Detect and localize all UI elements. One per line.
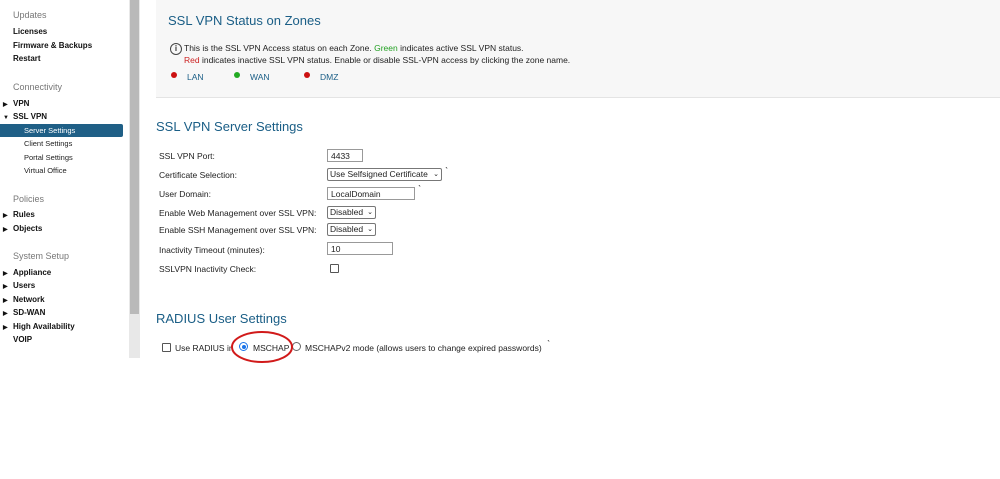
section-connectivity: Connectivity [13, 82, 63, 92]
nav-sd-wan[interactable]: ▶ SD-WAN [3, 308, 45, 317]
nav-rules[interactable]: ▶ Rules [3, 210, 35, 219]
certificate-selection-label: Certificate Selection: [159, 170, 237, 180]
mschapv2-label: MSCHAPv2 mode (allows users to change ex… [305, 343, 542, 353]
section-policies: Policies [13, 194, 45, 204]
collapse-arrow-icon: ▼ [3, 115, 9, 121]
nav-licenses[interactable]: Licenses [13, 27, 47, 36]
help-tick-icon: ˋ [418, 184, 421, 194]
chevron-down-icon: ⌄ [367, 209, 373, 216]
web-management-select[interactable]: Disabled ⌄ [327, 206, 376, 219]
nav-users[interactable]: ▶ Users [3, 281, 35, 290]
nav-server-settings[interactable]: Server Settings [0, 124, 123, 137]
use-radius-checkbox[interactable] [162, 343, 171, 352]
info-icon: i [170, 43, 182, 55]
status-description-line-1: This is the SSL VPN Access status on eac… [184, 43, 524, 53]
nav-network[interactable]: ▶ Network [3, 295, 45, 304]
certificate-select[interactable]: Use Selfsigned Certificate ⌄ [327, 168, 442, 181]
nav-ssl-vpn[interactable]: ▼ SSL VPN [3, 112, 47, 121]
nav-objects[interactable]: ▶ Objects [3, 224, 42, 233]
radius-settings-title: RADIUS User Settings [156, 311, 287, 326]
nav-restart[interactable]: Restart [13, 54, 41, 63]
inactivity-timeout-label: Inactivity Timeout (minutes): [159, 245, 265, 255]
ssh-management-label: Enable SSH Management over SSL VPN: [159, 225, 317, 235]
inactivity-timeout-input[interactable]: 10 [327, 242, 393, 255]
expand-arrow-icon: ▶ [3, 325, 8, 331]
nav-portal-settings[interactable]: Portal Settings [24, 153, 73, 162]
chevron-down-icon: ⌄ [433, 171, 439, 178]
expand-arrow-icon: ▶ [3, 271, 8, 277]
expand-arrow-icon: ▶ [3, 298, 8, 304]
nav-high-availability[interactable]: ▶ High Availability [3, 322, 75, 331]
nav-firmware-backups[interactable]: Firmware & Backups [13, 41, 92, 50]
nav-voip[interactable]: VOIP [13, 335, 32, 344]
ssl-vpn-port-label: SSL VPN Port: [159, 151, 215, 161]
zone-wan-link[interactable]: WAN [250, 72, 270, 82]
server-settings-title: SSL VPN Server Settings [156, 119, 303, 134]
sidebar-scrollbar-thumb[interactable] [130, 0, 139, 314]
chevron-down-icon: ⌄ [367, 226, 373, 233]
dmz-status-dot-icon [304, 72, 310, 78]
expand-arrow-icon: ▶ [3, 213, 8, 219]
wan-status-dot-icon [234, 72, 240, 78]
expand-arrow-icon: ▶ [3, 284, 8, 290]
zone-lan-link[interactable]: LAN [187, 72, 204, 82]
inactivity-check-label: SSLVPN Inactivity Check: [159, 264, 257, 274]
status-description-line-2: Red indicates inactive SSL VPN status. E… [184, 55, 571, 65]
help-tick-icon: ˋ [547, 339, 550, 349]
user-domain-input[interactable]: LocalDomain [327, 187, 415, 200]
use-radius-label: Use RADIUS in [175, 343, 234, 353]
nav-client-settings[interactable]: Client Settings [24, 139, 72, 148]
status-title: SSL VPN Status on Zones [168, 13, 321, 28]
zone-dmz-link[interactable]: DMZ [320, 72, 338, 82]
highlight-circle-annotation [231, 331, 293, 363]
inactivity-check-checkbox[interactable] [330, 264, 339, 273]
user-domain-label: User Domain: [159, 189, 211, 199]
ssl-vpn-port-input[interactable]: 4433 [327, 149, 363, 162]
nav-virtual-office[interactable]: Virtual Office [24, 166, 67, 175]
nav-vpn[interactable]: ▶ VPN [3, 99, 29, 108]
section-updates: Updates [13, 10, 47, 20]
ssh-management-select[interactable]: Disabled ⌄ [327, 223, 376, 236]
web-management-label: Enable Web Management over SSL VPN: [159, 208, 317, 218]
expand-arrow-icon: ▶ [3, 311, 8, 317]
expand-arrow-icon: ▶ [3, 227, 8, 233]
lan-status-dot-icon [171, 72, 177, 78]
section-system-setup: System Setup [13, 251, 70, 261]
expand-arrow-icon: ▶ [3, 102, 8, 108]
nav-appliance[interactable]: ▶ Appliance [3, 268, 51, 277]
sidebar-nav: Updates Licenses Firmware & Backups Rest… [0, 0, 129, 358]
help-tick-icon: ˋ [445, 166, 448, 176]
